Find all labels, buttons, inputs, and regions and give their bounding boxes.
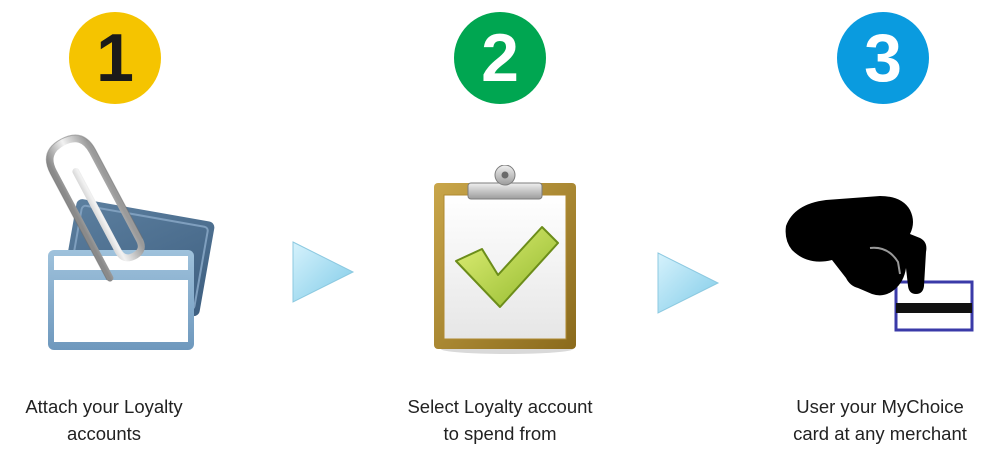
step-number: 3 — [864, 20, 902, 96]
paperclip-cards-icon — [45, 134, 215, 350]
caption-line-2: to spend from — [443, 423, 557, 444]
caption-line-1: User your MyChoice — [796, 396, 964, 417]
caption-line-1: Attach your Loyalty — [25, 396, 183, 417]
step-number-badge: 3 — [837, 12, 929, 104]
caption-line-1: Select Loyalty account — [407, 396, 593, 417]
step-number-badge: 1 — [69, 12, 161, 104]
triangle-right-icon — [292, 241, 355, 303]
hand-swiping-card-icon — [785, 196, 974, 332]
caption-line-2: accounts — [66, 423, 142, 444]
step-number: 2 — [481, 20, 519, 96]
step-1: 1 Attach your Loyalty accounts — [0, 0, 300, 461]
step-number-badge: 2 — [454, 12, 546, 104]
step-caption: Attach your Loyalty accounts — [0, 393, 208, 447]
clipboard-checkmark-icon — [434, 165, 576, 354]
step-2: 2 Select Loyalty account to spend from — [360, 0, 640, 461]
step-number: 1 — [96, 20, 134, 96]
step-caption: Select Loyalty account to spend from — [360, 393, 640, 447]
triangle-right-icon — [657, 252, 720, 314]
caption-line-2: card at any merchant — [793, 423, 967, 444]
step-caption: User your MyChoice card at any merchant — [755, 393, 1005, 447]
step-3: 3 User your MyChoice card at any merchan… — [740, 0, 1005, 461]
